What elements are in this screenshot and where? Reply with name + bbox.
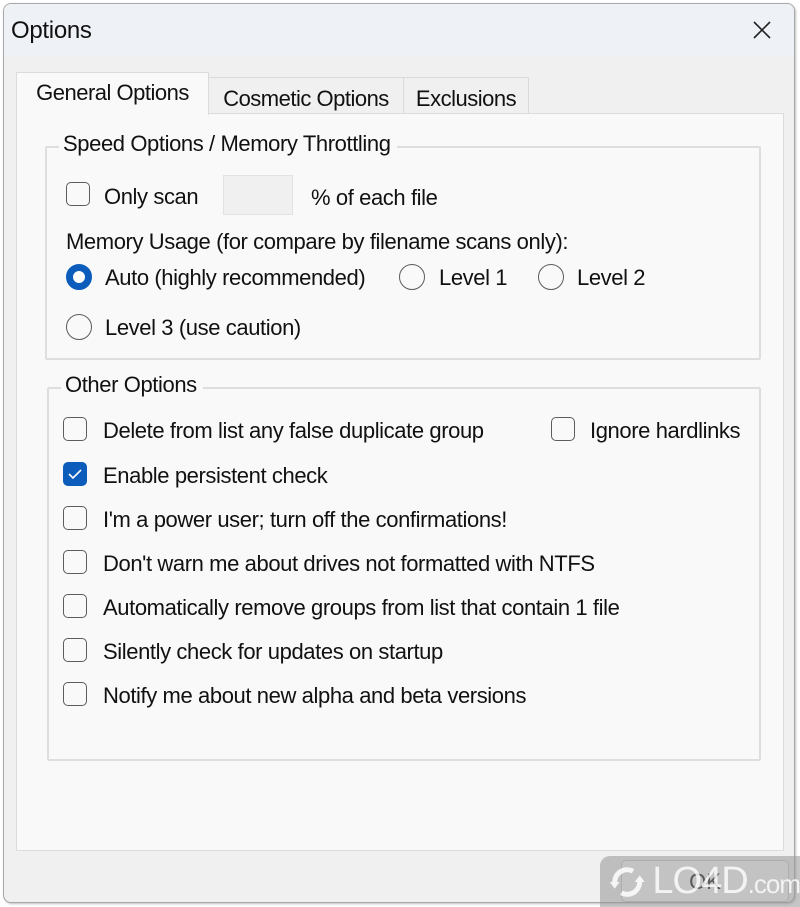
percent-suffix-label: % of each file xyxy=(311,185,438,210)
ntfs-warning-checkbox[interactable] xyxy=(63,550,87,574)
enable-persistent-check-label: Enable persistent check xyxy=(103,463,328,488)
silent-updates-label: Silently check for updates on startup xyxy=(103,639,443,664)
memory-level1-label: Level 1 xyxy=(439,265,508,290)
other-options-group: Other Options Delete from list any false… xyxy=(47,372,761,761)
scan-percent-input[interactable] xyxy=(223,175,293,215)
title-bar: Options xyxy=(4,4,794,56)
enable-persistent-check-checkbox[interactable] xyxy=(63,462,87,486)
window-title: Options xyxy=(11,17,92,44)
notify-alpha-beta-checkbox[interactable] xyxy=(63,682,87,706)
auto-remove-groups-checkbox[interactable] xyxy=(63,594,87,618)
only-scan-checkbox[interactable] xyxy=(66,182,90,206)
options-dialog: Options General Options Cosmetic Options… xyxy=(3,3,795,903)
power-user-label: I'm a power user; turn off the confirmat… xyxy=(103,507,507,532)
tab-cosmetic-options[interactable]: Cosmetic Options xyxy=(208,77,404,114)
general-options-panel: Speed Options / Memory Throttling Only s… xyxy=(16,113,784,851)
ok-button[interactable]: OK xyxy=(621,860,789,902)
close-button[interactable] xyxy=(740,12,784,48)
other-options-group-label: Other Options xyxy=(61,372,203,398)
delete-false-duplicate-label: Delete from list any false duplicate gro… xyxy=(103,418,484,443)
notify-alpha-beta-label: Notify me about new alpha and beta versi… xyxy=(103,683,527,708)
memory-usage-label: Memory Usage (for compare by filename sc… xyxy=(66,229,569,254)
tab-general-options[interactable]: General Options xyxy=(16,72,209,115)
tab-exclusions[interactable]: Exclusions xyxy=(403,77,529,114)
auto-remove-groups-label: Automatically remove groups from list th… xyxy=(103,595,620,620)
power-user-checkbox[interactable] xyxy=(63,506,87,530)
ignore-hardlinks-checkbox[interactable] xyxy=(551,417,575,441)
close-x-icon xyxy=(753,21,771,39)
memory-level2-radio[interactable] xyxy=(538,264,564,290)
memory-level3-radio[interactable] xyxy=(66,314,92,340)
speed-options-group: Speed Options / Memory Throttling Only s… xyxy=(45,131,761,360)
memory-auto-label: Auto (highly recommended) xyxy=(105,265,366,290)
checkmark-icon xyxy=(68,469,82,480)
memory-level2-label: Level 2 xyxy=(577,265,646,290)
memory-level1-radio[interactable] xyxy=(399,264,425,290)
speed-options-group-label: Speed Options / Memory Throttling xyxy=(59,131,397,157)
delete-false-duplicate-checkbox[interactable] xyxy=(63,417,87,441)
silent-updates-checkbox[interactable] xyxy=(63,638,87,662)
ignore-hardlinks-label: Ignore hardlinks xyxy=(590,418,741,443)
memory-level3-label: Level 3 (use caution) xyxy=(105,315,301,340)
ntfs-warning-label: Don't warn me about drives not formatted… xyxy=(103,551,595,576)
memory-auto-radio[interactable] xyxy=(66,264,92,290)
only-scan-label: Only scan xyxy=(104,184,199,209)
